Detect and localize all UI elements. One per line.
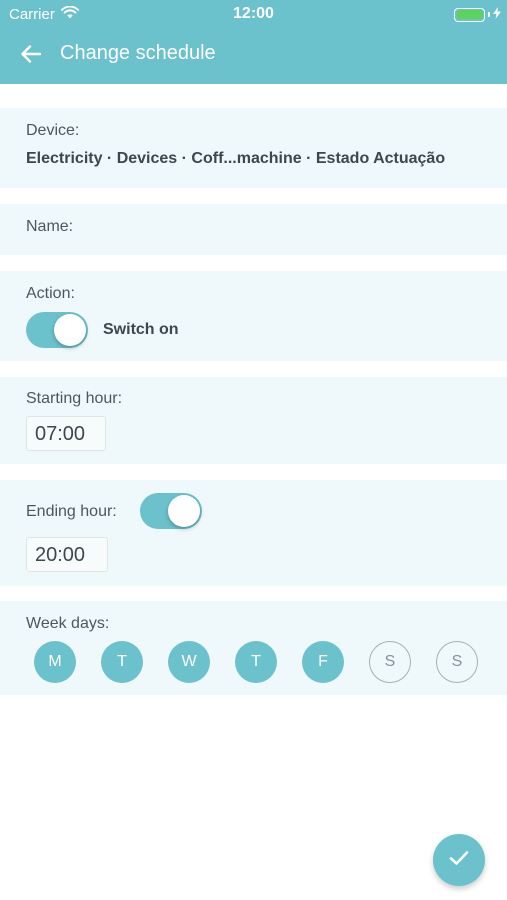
day-monday[interactable]: M — [34, 641, 76, 683]
page-title: Change schedule — [60, 42, 216, 64]
confirm-button[interactable] — [433, 834, 485, 886]
nav-bar: Change schedule — [0, 28, 507, 84]
week-days-label: Week days: — [26, 615, 110, 632]
status-bar: Carrier 12:00 — [0, 0, 507, 28]
ending-hour-toggle[interactable] — [140, 493, 202, 529]
battery-icon — [454, 7, 485, 22]
week-days-card: Week days: M T W T F S S — [0, 601, 507, 695]
charging-bolt-icon — [493, 6, 501, 23]
device-path: Electricity · Devices · Coff...machine ·… — [26, 150, 446, 167]
day-friday[interactable]: F — [302, 641, 344, 683]
action-card: Action: Switch on — [0, 271, 507, 361]
device-card: Device: Electricity · Devices · Coff...m… — [0, 108, 507, 188]
status-time: 12:00 — [233, 5, 274, 22]
device-label: Device: — [26, 122, 80, 139]
day-wednesday[interactable]: W — [168, 641, 210, 683]
day-thursday[interactable]: T — [235, 641, 277, 683]
week-days-selector: M T W T F S S — [34, 641, 478, 683]
ending-hour-card: Ending hour: 20:00 — [0, 480, 507, 586]
ending-hour-label: Ending hour: — [26, 503, 117, 520]
day-sunday[interactable]: S — [436, 641, 478, 683]
action-label: Action: — [26, 285, 75, 302]
battery-fill — [456, 10, 483, 19]
app-header: Carrier 12:00 Change schedule — [0, 0, 507, 84]
check-icon — [449, 850, 469, 871]
arrow-left-icon — [21, 44, 42, 68]
day-tuesday[interactable]: T — [101, 641, 143, 683]
ending-hour-input[interactable]: 20:00 — [26, 537, 108, 572]
battery-indicator — [454, 6, 501, 23]
name-card[interactable]: Name: — [0, 204, 507, 255]
action-toggle[interactable] — [26, 312, 88, 348]
toggle-knob — [54, 314, 86, 346]
day-saturday[interactable]: S — [369, 641, 411, 683]
starting-hour-label: Starting hour: — [26, 390, 123, 407]
starting-hour-input[interactable]: 07:00 — [26, 416, 106, 451]
starting-hour-card: Starting hour: 07:00 — [0, 377, 507, 464]
name-label: Name: — [26, 218, 74, 235]
back-button[interactable] — [15, 40, 47, 72]
toggle-knob — [168, 495, 200, 527]
action-toggle-label: Switch on — [103, 321, 179, 338]
